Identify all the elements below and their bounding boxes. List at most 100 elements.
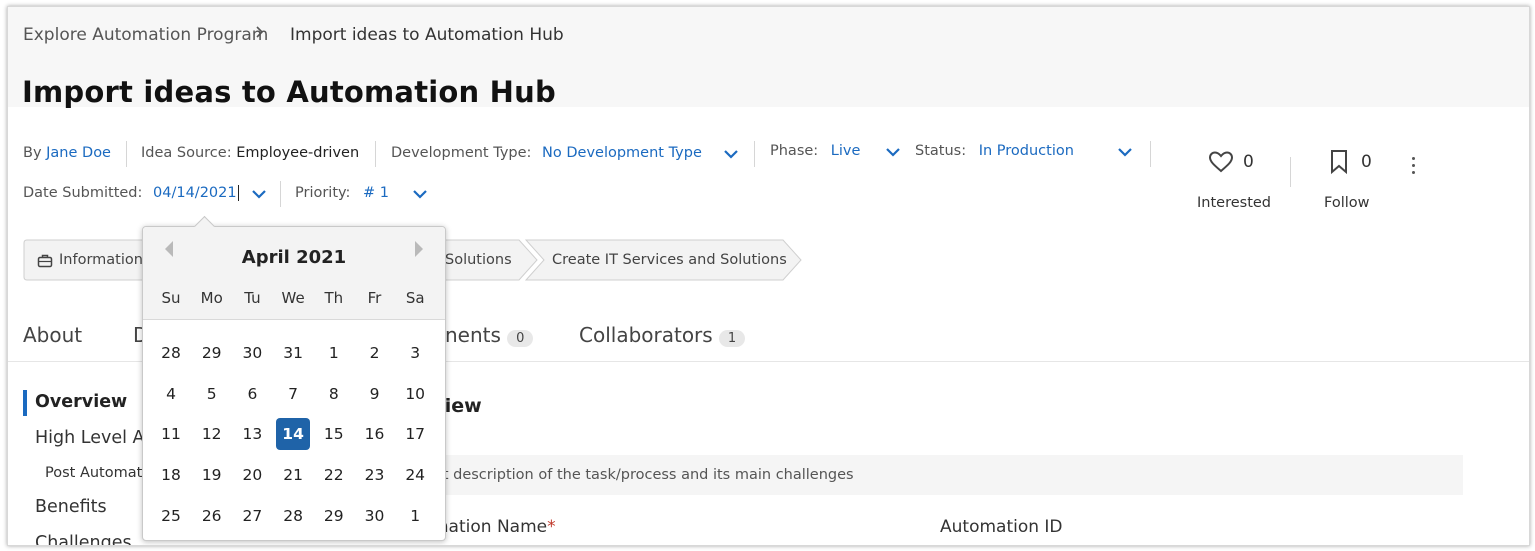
tab-collaborators[interactable]: Collaborators 1 xyxy=(579,323,746,347)
more-options-icon[interactable] xyxy=(1411,157,1417,177)
phase-value[interactable]: Live xyxy=(831,143,861,159)
date-submitted-field: Date Submitted: 04/14/2021 xyxy=(23,185,239,201)
dev-type-value[interactable]: No Development Type xyxy=(542,145,702,161)
nav-challenges[interactable]: Challenges xyxy=(35,533,132,545)
status-label: Status: xyxy=(915,143,967,159)
weekday-header: Fr xyxy=(367,289,382,307)
description-text: ort description of the task/process and … xyxy=(428,467,854,483)
idea-source-value: Employee-driven xyxy=(236,145,360,161)
nav-overview[interactable]: Overview xyxy=(35,392,127,412)
automation-name-text: mation Name xyxy=(432,517,548,537)
phase-dropdown-chevron-icon[interactable] xyxy=(885,147,901,157)
calendar-day[interactable]: 30 xyxy=(358,500,392,532)
priority-field: Priority: # 1 xyxy=(295,185,389,201)
calendar-day[interactable]: 25 xyxy=(154,500,188,532)
active-nav-indicator xyxy=(23,390,27,416)
app-frame: Explore Automation Program Import ideas … xyxy=(7,6,1530,546)
divider xyxy=(1290,157,1291,187)
dev-type-field: Development Type: No Development Type xyxy=(391,145,702,161)
date-picker-popup: April 2021 Su Mo Tu We Th Fr Sa 28 29 30 31 1 2 3 4 5 6… xyxy=(142,215,446,541)
calendar-day[interactable]: 23 xyxy=(358,459,392,491)
status-value[interactable]: In Production xyxy=(979,143,1074,159)
priority-value[interactable]: # 1 xyxy=(363,185,389,201)
interested-count: 0 xyxy=(1243,152,1254,172)
breadcrumb-parent[interactable]: Explore Automation Program xyxy=(23,25,268,45)
calendar-day[interactable]: 2 xyxy=(358,337,392,369)
divider xyxy=(280,181,281,207)
stage-information[interactable]: Information xyxy=(59,252,143,268)
calendar-day[interactable]: 5 xyxy=(195,378,229,410)
stage-solutions[interactable]: Solutions xyxy=(445,252,512,268)
phase-label: Phase: xyxy=(770,143,819,159)
calendar-day[interactable]: 22 xyxy=(317,459,351,491)
date-dropdown-chevron-icon[interactable] xyxy=(251,189,267,199)
priority-label: Priority: xyxy=(295,185,351,201)
calendar-day[interactable]: 28 xyxy=(276,500,310,532)
calendar-day[interactable]: 15 xyxy=(317,418,351,450)
weekday-header: Th xyxy=(324,289,344,307)
calendar-day[interactable]: 16 xyxy=(358,418,392,450)
weekday-header: Su xyxy=(161,289,181,307)
calendar-day[interactable]: 27 xyxy=(235,500,269,532)
follow-label[interactable]: Follow xyxy=(1324,195,1369,211)
tab-collaborators-label: Collaborators xyxy=(579,323,713,347)
calendar-day[interactable]: 8 xyxy=(317,378,351,410)
calendar-day[interactable]: 19 xyxy=(195,459,229,491)
stage-create-it-services[interactable]: Create IT Services and Solutions xyxy=(552,252,787,268)
dev-type-label: Development Type: xyxy=(391,145,532,161)
required-mark: * xyxy=(547,517,556,537)
author-field: By Jane Doe xyxy=(23,145,111,161)
calendar-day[interactable]: 29 xyxy=(195,337,229,369)
date-input[interactable]: 04/14/2021 xyxy=(153,185,239,201)
calendar-day[interactable]: 17 xyxy=(398,418,432,450)
calendar-day[interactable]: 26 xyxy=(195,500,229,532)
status-dropdown-chevron-icon[interactable] xyxy=(1117,147,1133,157)
calendar-day[interactable]: 12 xyxy=(195,418,229,450)
calendar-day[interactable]: 18 xyxy=(154,459,188,491)
idea-source-label: Idea Source: xyxy=(141,145,232,161)
nav-benefits[interactable]: Benefits xyxy=(35,497,107,517)
nav-high-level[interactable]: High Level As xyxy=(35,428,154,448)
calendar-day[interactable]: 31 xyxy=(276,337,310,369)
breadcrumb-current: Import ideas to Automation Hub xyxy=(290,25,564,45)
calendar-day[interactable]: 13 xyxy=(235,418,269,450)
calendar-day[interactable]: 7 xyxy=(276,378,310,410)
weekday-header: Sa xyxy=(405,289,425,307)
calendar-day[interactable]: 10 xyxy=(398,378,432,410)
calendar-day[interactable]: 11 xyxy=(154,418,188,450)
tab-about[interactable]: About xyxy=(23,323,82,347)
divider xyxy=(754,141,755,167)
briefcase-icon xyxy=(37,253,53,269)
calendar-day[interactable]: 24 xyxy=(398,459,432,491)
calendar-day[interactable]: 3 xyxy=(398,337,432,369)
calendar-day[interactable]: 30 xyxy=(235,337,269,369)
calendar-day[interactable]: 20 xyxy=(235,459,269,491)
weekday-header: Tu xyxy=(244,289,261,307)
interested-label[interactable]: Interested xyxy=(1197,195,1271,211)
bookmark-icon[interactable] xyxy=(1329,149,1349,175)
calendar-day[interactable]: 4 xyxy=(154,378,188,410)
heart-icon[interactable] xyxy=(1208,150,1234,174)
calendar-day[interactable]: 21 xyxy=(276,459,310,491)
tab-comments[interactable]: nents 0 xyxy=(445,323,534,347)
calendar-day[interactable]: 1 xyxy=(317,337,351,369)
calendar-month-title: April 2021 xyxy=(241,247,347,268)
calendar-day[interactable]: 29 xyxy=(317,500,351,532)
automation-name-label: mation Name* xyxy=(432,517,556,537)
dev-type-dropdown-chevron-icon[interactable] xyxy=(723,149,739,159)
next-month-icon[interactable] xyxy=(415,241,423,257)
automation-id-label: Automation ID xyxy=(940,517,1063,537)
calendar-day[interactable]: 28 xyxy=(154,337,188,369)
divider xyxy=(126,141,127,167)
status-field: Status: In Production xyxy=(915,143,1074,159)
calendar-day[interactable]: 6 xyxy=(235,378,269,410)
calendar-day[interactable]: 9 xyxy=(358,378,392,410)
calendar-day[interactable]: 1 xyxy=(398,500,432,532)
author-link[interactable]: Jane Doe xyxy=(46,145,111,161)
calendar-day-selected[interactable]: 14 xyxy=(276,418,311,451)
nav-post-automation[interactable]: Post Automat xyxy=(45,465,142,481)
weekday-header: Mo xyxy=(200,289,223,307)
tab-comments-label: nents xyxy=(445,323,501,347)
by-label: By xyxy=(23,145,42,161)
priority-dropdown-chevron-icon[interactable] xyxy=(412,189,428,199)
